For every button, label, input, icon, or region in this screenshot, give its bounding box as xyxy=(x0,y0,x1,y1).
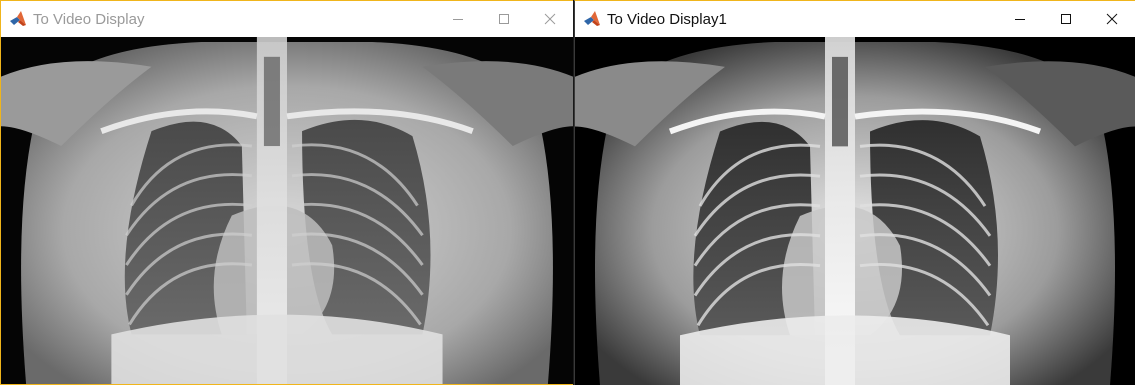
minimize-button[interactable] xyxy=(997,1,1043,37)
title-bar[interactable]: To Video Display xyxy=(1,1,573,37)
chest-xray-image xyxy=(1,37,573,384)
chest-xray-image xyxy=(575,37,1135,385)
window-title: To Video Display xyxy=(33,10,145,28)
close-icon xyxy=(544,13,556,25)
video-display-window-right[interactable]: To Video Display1 xyxy=(574,0,1135,385)
matlab-logo-icon xyxy=(583,10,601,28)
title-bar[interactable]: To Video Display1 xyxy=(575,1,1135,37)
minimize-icon xyxy=(453,19,463,20)
maximize-icon xyxy=(1061,14,1071,24)
video-display-window-left[interactable]: To Video Display xyxy=(0,0,573,385)
window-title: To Video Display1 xyxy=(607,10,727,28)
maximize-button[interactable] xyxy=(481,1,527,37)
close-icon xyxy=(1106,13,1118,25)
minimize-button[interactable] xyxy=(435,1,481,37)
close-button[interactable] xyxy=(527,1,573,37)
video-frame-original xyxy=(1,37,573,384)
maximize-icon xyxy=(499,14,509,24)
maximize-button[interactable] xyxy=(1043,1,1089,37)
close-button[interactable] xyxy=(1089,1,1135,37)
video-frame-enhanced xyxy=(575,37,1135,385)
matlab-logo-icon xyxy=(9,10,27,28)
minimize-icon xyxy=(1015,19,1025,20)
